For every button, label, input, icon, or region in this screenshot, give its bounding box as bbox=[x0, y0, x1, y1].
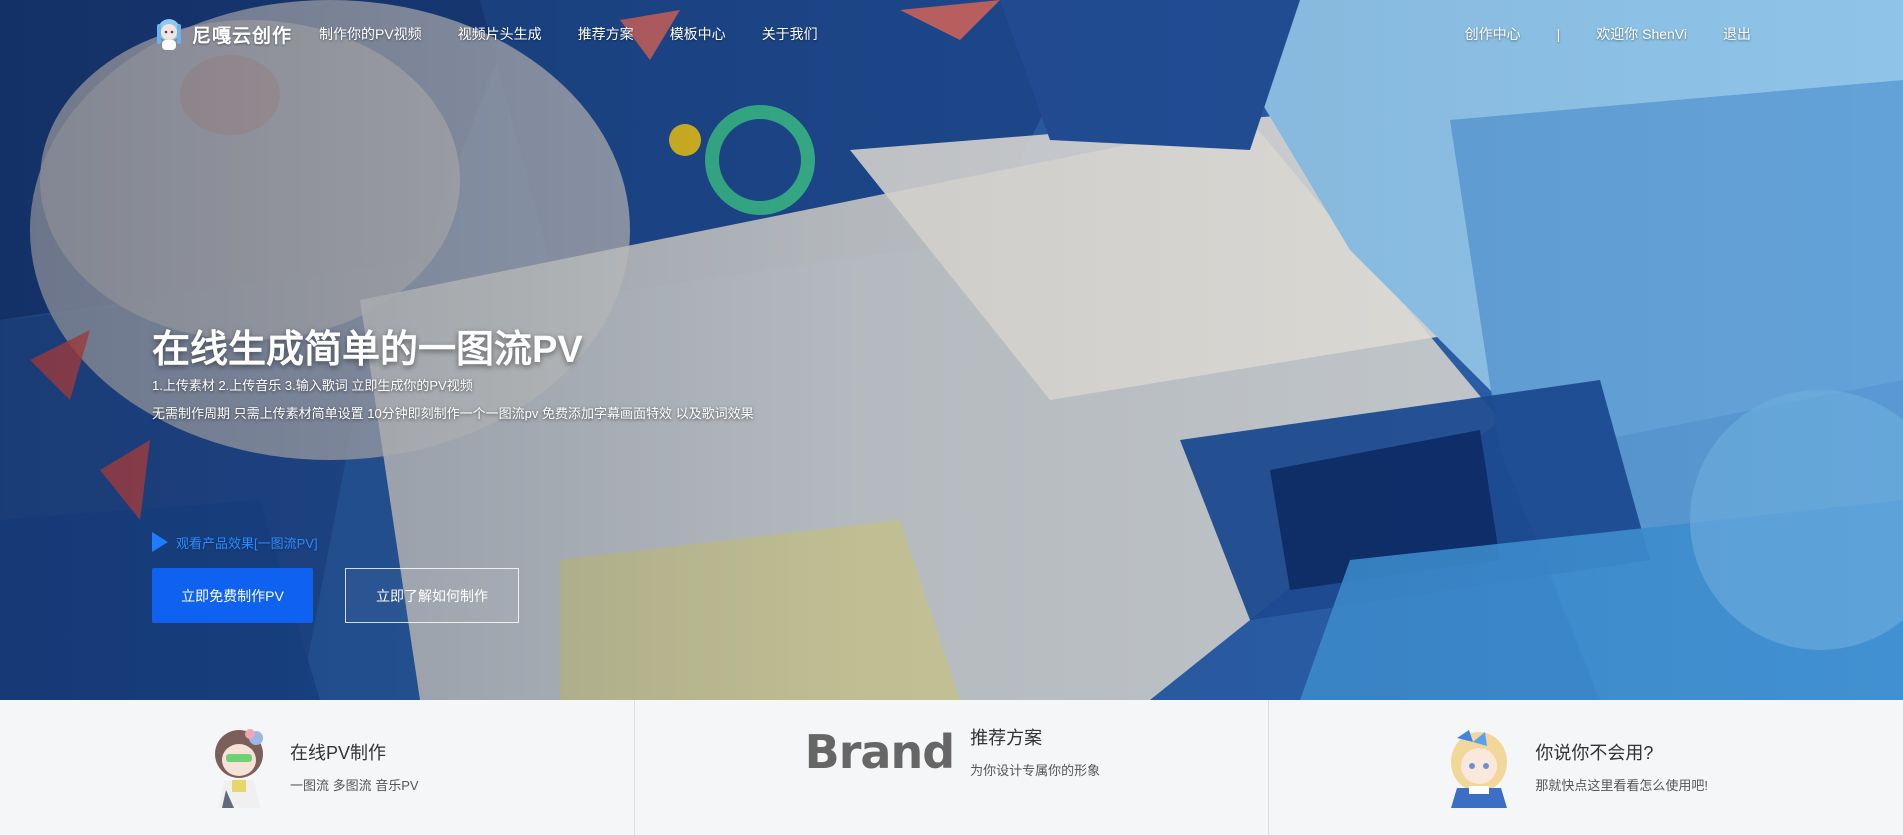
site-logo[interactable]: 尼嘎云创作 bbox=[152, 16, 292, 52]
feature-strip: 在线PV制作 一图流 多图流 音乐PV Brand 推荐方案 为你设计专属你的形… bbox=[0, 700, 1903, 835]
feature-online-pv[interactable]: 在线PV制作 一图流 多图流 音乐PV bbox=[0, 700, 635, 835]
chibi-girl-avatar-icon bbox=[215, 729, 263, 808]
user-nav: 创作中心 | 欢迎你 ShenVi 退出 bbox=[1465, 24, 1751, 44]
nav-item-about[interactable]: 关于我们 bbox=[762, 24, 818, 44]
feature-title: 你说你不会用? bbox=[1535, 742, 1654, 763]
mascot-logo-icon bbox=[157, 19, 181, 50]
nav-separator: | bbox=[1556, 26, 1561, 42]
brand-logo: Brand bbox=[804, 724, 955, 779]
main-nav: 制作你的PV视频 视频片头生成 推荐方案 模板中心 关于我们 bbox=[319, 24, 854, 44]
hero-title: 在线生成简单的一图流PV bbox=[152, 329, 583, 371]
feature-desc: 为你设计专属你的形象 bbox=[970, 763, 1101, 778]
start-free-pv-button[interactable]: 立即免费制作PV bbox=[152, 568, 313, 623]
top-navigation: 尼嘎云创作 制作你的PV视频 视频片头生成 推荐方案 模板中心 关于我们 创作中… bbox=[0, 0, 1903, 68]
creator-center-link[interactable]: 创作中心 bbox=[1465, 24, 1521, 44]
nav-item-make-pv[interactable]: 制作你的PV视频 bbox=[319, 24, 422, 44]
feature-title: 在线PV制作 bbox=[290, 742, 387, 763]
learn-how-button[interactable]: 立即了解如何制作 bbox=[345, 568, 519, 623]
feature-desc: 那就快点这里看看怎么使用吧! bbox=[1535, 777, 1708, 793]
hero-steps: 1.上传素材 2.上传音乐 3.输入歌词 立即生成你的PV视频 bbox=[152, 378, 473, 393]
hero-description: 无需制作周期 只需上传素材简单设置 10分钟即刻制作一个一图流pv 免费添加字幕… bbox=[152, 406, 754, 421]
logo-text: 尼嘎云创作 bbox=[192, 25, 293, 47]
nav-item-recommended[interactable]: 推荐方案 bbox=[578, 24, 634, 44]
hero-banner: 尼嘎云创作 制作你的PV视频 视频片头生成 推荐方案 模板中心 关于我们 创作中… bbox=[0, 0, 1903, 700]
feature-how-to-use[interactable]: 你说你不会用? 那就快点这里看看怎么使用吧! bbox=[1269, 700, 1903, 835]
play-icon bbox=[152, 532, 168, 552]
watch-demo-label: 观看产品效果[一图流PV] bbox=[176, 535, 318, 551]
watch-demo-link[interactable]: 观看产品效果[一图流PV] bbox=[152, 532, 318, 552]
nav-item-templates[interactable]: 模板中心 bbox=[670, 24, 726, 44]
welcome-user-link[interactable]: 欢迎你 ShenVi bbox=[1596, 24, 1687, 44]
logout-link[interactable]: 退出 bbox=[1723, 24, 1751, 44]
nav-item-intro-generator[interactable]: 视频片头生成 bbox=[458, 24, 542, 44]
feature-desc: 一图流 多图流 音乐PV bbox=[290, 777, 419, 793]
feature-title: 推荐方案 bbox=[970, 728, 1043, 748]
feature-recommended-plan[interactable]: Brand 推荐方案 为你设计专属你的形象 bbox=[635, 700, 1270, 835]
blonde-girl-avatar-icon bbox=[1451, 730, 1508, 808]
